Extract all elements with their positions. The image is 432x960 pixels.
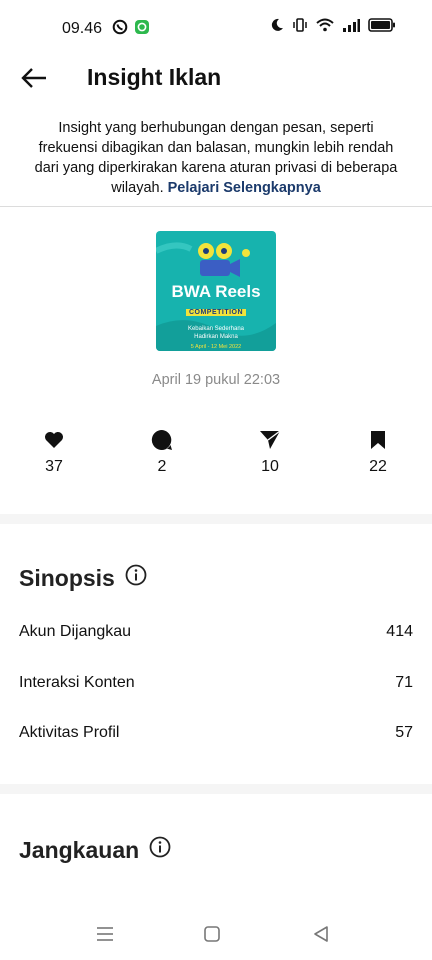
comments-count: 2 — [157, 458, 167, 475]
thumbnail-title: BWA Reels — [171, 282, 261, 301]
back-triangle-icon — [314, 926, 328, 942]
privacy-notice: Insight yang berhubungan dengan pesan, s… — [30, 118, 402, 198]
app-header: Insight Iklan — [0, 56, 432, 100]
sinopsis-title: Sinopsis — [19, 564, 115, 591]
bookmark-icon — [338, 428, 418, 452]
line-app-icon — [134, 19, 150, 40]
metric-row-profile-activity: Aktivitas Profil 57 — [19, 724, 413, 742]
comment-icon — [122, 428, 202, 452]
home-square-icon — [204, 926, 220, 942]
metric-value: 57 — [395, 724, 413, 741]
wifi-icon — [316, 18, 334, 37]
learn-more-link[interactable]: Pelajari Selengkapnya — [168, 180, 321, 196]
stat-comments: 2 — [122, 428, 202, 476]
thumbnail-tagline-1: Kebaikan Sederhana — [187, 326, 245, 332]
metric-label: Interaksi Konten — [19, 674, 135, 691]
jangkauan-header: Jangkauan — [19, 836, 171, 864]
back-arrow-icon — [21, 68, 46, 88]
menu-icon — [97, 927, 113, 941]
battery-icon — [368, 18, 396, 37]
metric-value: 71 — [395, 674, 413, 691]
info-icon[interactable] — [125, 564, 147, 592]
saves-count: 22 — [369, 458, 387, 475]
info-icon[interactable] — [149, 836, 171, 864]
metric-row-interactions: Interaksi Konten 71 — [19, 674, 413, 692]
recent-apps-button[interactable] — [90, 922, 120, 946]
section-separator — [0, 514, 432, 524]
jangkauan-title: Jangkauan — [19, 836, 140, 863]
moon-icon — [270, 18, 284, 37]
status-time: 09.46 — [62, 20, 103, 37]
system-nav-bar — [0, 908, 432, 960]
thumbnail-subtitle: COMPETITION — [185, 309, 247, 316]
whatsapp-icon — [112, 19, 128, 40]
post-thumbnail[interactable]: BWA Reels COMPETITION Kebaikan Sederhana… — [156, 231, 276, 351]
thumbnail-dates: 5 April - 12 Mei 2022 — [190, 344, 242, 350]
stat-saves: 22 — [338, 428, 418, 476]
shares-count: 10 — [261, 458, 279, 475]
back-button[interactable] — [18, 64, 50, 92]
metric-label: Aktivitas Profil — [19, 724, 120, 741]
metric-row-reach: Akun Dijangkau 414 — [19, 623, 413, 641]
vibrate-icon — [292, 18, 308, 37]
metric-value: 414 — [386, 623, 413, 640]
stat-likes: 37 — [14, 428, 94, 476]
divider — [0, 206, 432, 207]
system-back-button[interactable] — [306, 922, 336, 946]
stat-shares: 10 — [230, 428, 310, 476]
sinopsis-header: Sinopsis — [19, 564, 147, 592]
page-title: Insight Iklan — [87, 64, 222, 90]
metric-label: Akun Dijangkau — [19, 623, 132, 640]
heart-icon — [14, 428, 94, 452]
thumbnail-tagline-2: Hadirkan Makna — [194, 334, 238, 340]
likes-count: 37 — [45, 458, 63, 475]
home-button[interactable] — [197, 922, 227, 946]
post-date: April 19 pukul 22:03 — [151, 372, 281, 388]
signal-icon — [342, 18, 360, 37]
share-icon — [230, 428, 310, 452]
status-bar: 09.46 — [0, 0, 432, 56]
section-separator — [0, 784, 432, 794]
